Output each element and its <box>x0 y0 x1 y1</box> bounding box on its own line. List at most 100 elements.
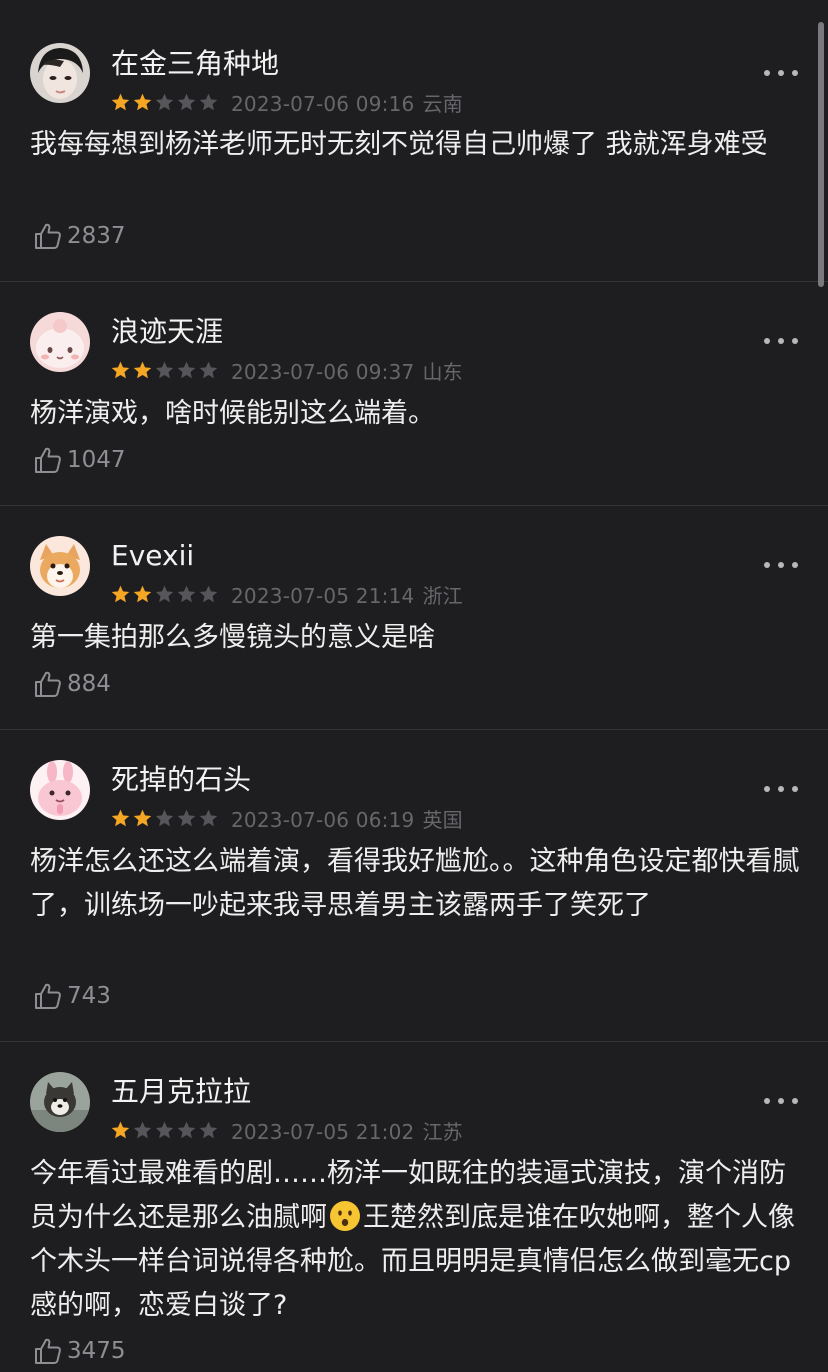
ellipsis-icon <box>792 70 798 76</box>
avatar[interactable] <box>30 43 90 103</box>
ellipsis-icon <box>792 1098 798 1104</box>
comment-meta: 2023-07-05 21:02 江苏 <box>231 1116 463 1145</box>
thumbs-up-icon <box>35 1338 61 1364</box>
star-icon <box>199 93 218 110</box>
meta-row: 2023-07-06 06:19 英国 <box>110 806 463 832</box>
meta-row: 2023-07-06 09:37 山东 <box>110 356 463 385</box>
like-count: 884 <box>67 671 111 697</box>
comment-meta: 2023-07-06 09:37 山东 <box>231 356 463 385</box>
star-icon <box>199 585 218 602</box>
star-icon <box>133 1121 152 1138</box>
star-icon <box>111 585 130 602</box>
ellipsis-icon <box>792 786 798 792</box>
avatar[interactable] <box>30 1072 90 1132</box>
star-icon <box>133 361 152 378</box>
like-count: 3475 <box>67 1338 126 1364</box>
comment-item: 死掉的石头 2023-07-06 06:19 英国 杨洋怎么还这么端着演，看得我好… <box>0 730 828 1042</box>
comment-date: 2023-07-05 21:14 <box>231 583 415 608</box>
star-icon <box>177 809 196 826</box>
comment-item: 在金三角种地 2023-07-06 09:16 云南 我每每想到杨洋老师无时无刻不… <box>0 0 828 282</box>
comment-date: 2023-07-06 09:16 <box>231 91 415 116</box>
username[interactable]: 五月克拉拉 <box>111 1075 251 1109</box>
like-count: 743 <box>67 983 111 1009</box>
star-icon <box>177 585 196 602</box>
star-icon <box>199 809 218 826</box>
comment-text: 今年看过最难看的剧……杨洋一如既往的装逼式演技，演个消防员为什么还是那么油腻啊王… <box>30 1152 800 1328</box>
like-count: 2837 <box>67 223 126 249</box>
comment-item: 浪迹天涯 2023-07-06 09:37 山东 杨洋演戏，啥时候能别这么端着。 … <box>0 282 828 506</box>
comment-date: 2023-07-06 06:19 <box>231 807 415 832</box>
star-icon <box>155 809 174 826</box>
rating-stars <box>110 360 220 381</box>
like-button[interactable]: 3475 <box>33 1335 126 1367</box>
avatar[interactable] <box>30 312 90 372</box>
star-icon <box>199 361 218 378</box>
comment-text: 杨洋怎么还这么端着演，看得我好尴尬。。这种角色设定都快看腻了，训练场一吵起来我寻… <box>30 846 800 921</box>
comment-location: 江苏 <box>422 1119 463 1144</box>
star-icon <box>199 1121 218 1138</box>
comment-location: 山东 <box>422 359 463 384</box>
star-icon <box>111 361 130 378</box>
like-count: 1047 <box>67 447 126 473</box>
ellipsis-icon <box>764 1098 770 1104</box>
star-icon <box>155 361 174 378</box>
comment-date: 2023-07-06 09:37 <box>231 359 415 384</box>
ellipsis-icon <box>764 786 770 792</box>
comment-meta: 2023-07-06 09:16 云南 <box>231 88 463 117</box>
star-icon <box>155 1121 174 1138</box>
star-icon <box>133 93 152 110</box>
star-icon <box>111 809 130 826</box>
more-options-button[interactable] <box>764 331 798 351</box>
comment-item: Evexii 2023-07-05 21:14 浙江 第一集拍那么多慢镜头的意义是… <box>0 506 828 730</box>
star-icon <box>111 1121 130 1138</box>
thumbs-up-icon <box>35 223 61 249</box>
scrollbar[interactable] <box>818 22 824 287</box>
username[interactable]: Evexii <box>111 539 194 573</box>
comment-item: 五月克拉拉 2023-07-05 21:02 江苏 今年看过最难看的剧……杨洋一如… <box>0 1042 828 1372</box>
comment-location: 英国 <box>422 807 463 832</box>
ellipsis-icon <box>764 70 770 76</box>
more-options-button[interactable] <box>764 779 798 799</box>
thumbs-up-icon <box>35 671 61 697</box>
username[interactable]: 死掉的石头 <box>111 763 251 797</box>
star-icon <box>133 585 152 602</box>
comment-text: 杨洋演戏，啥时候能别这么端着。 <box>30 398 435 429</box>
rating-stars <box>110 92 220 113</box>
ellipsis-icon <box>778 562 784 568</box>
meta-row: 2023-07-05 21:02 江苏 <box>110 1116 463 1145</box>
frowning-face-emoji-icon <box>330 1201 360 1231</box>
ellipsis-icon <box>764 562 770 568</box>
rating-stars <box>110 1120 220 1141</box>
username[interactable]: 浪迹天涯 <box>111 315 223 349</box>
comment-date: 2023-07-05 21:02 <box>231 1119 415 1144</box>
comment-location: 浙江 <box>422 583 463 608</box>
comment-list: 在金三角种地 2023-07-06 09:16 云南 我每每想到杨洋老师无时无刻不… <box>0 0 828 1372</box>
ellipsis-icon <box>792 338 798 344</box>
like-button[interactable]: 2837 <box>33 220 126 252</box>
ellipsis-icon <box>778 786 784 792</box>
like-button[interactable]: 743 <box>33 980 111 1012</box>
username[interactable]: 在金三角种地 <box>111 47 279 81</box>
ellipsis-icon <box>792 562 798 568</box>
rating-stars <box>110 808 220 829</box>
star-icon <box>111 93 130 110</box>
more-options-button[interactable] <box>764 1091 798 1111</box>
thumbs-up-icon <box>35 447 61 473</box>
like-button[interactable]: 1047 <box>33 444 126 476</box>
avatar[interactable] <box>30 536 90 596</box>
more-options-button[interactable] <box>764 555 798 575</box>
ellipsis-icon <box>778 1098 784 1104</box>
like-button[interactable]: 884 <box>33 668 111 700</box>
meta-row: 2023-07-06 09:16 云南 <box>110 88 463 117</box>
ellipsis-icon <box>778 70 784 76</box>
star-icon <box>133 809 152 826</box>
avatar[interactable] <box>30 760 90 820</box>
more-options-button[interactable] <box>764 63 798 83</box>
comment-location: 云南 <box>422 91 463 116</box>
star-icon <box>177 361 196 378</box>
rating-stars <box>110 584 220 605</box>
star-icon <box>177 1121 196 1138</box>
ellipsis-icon <box>778 338 784 344</box>
comment-meta: 2023-07-05 21:14 浙江 <box>231 580 463 609</box>
ellipsis-icon <box>764 338 770 344</box>
